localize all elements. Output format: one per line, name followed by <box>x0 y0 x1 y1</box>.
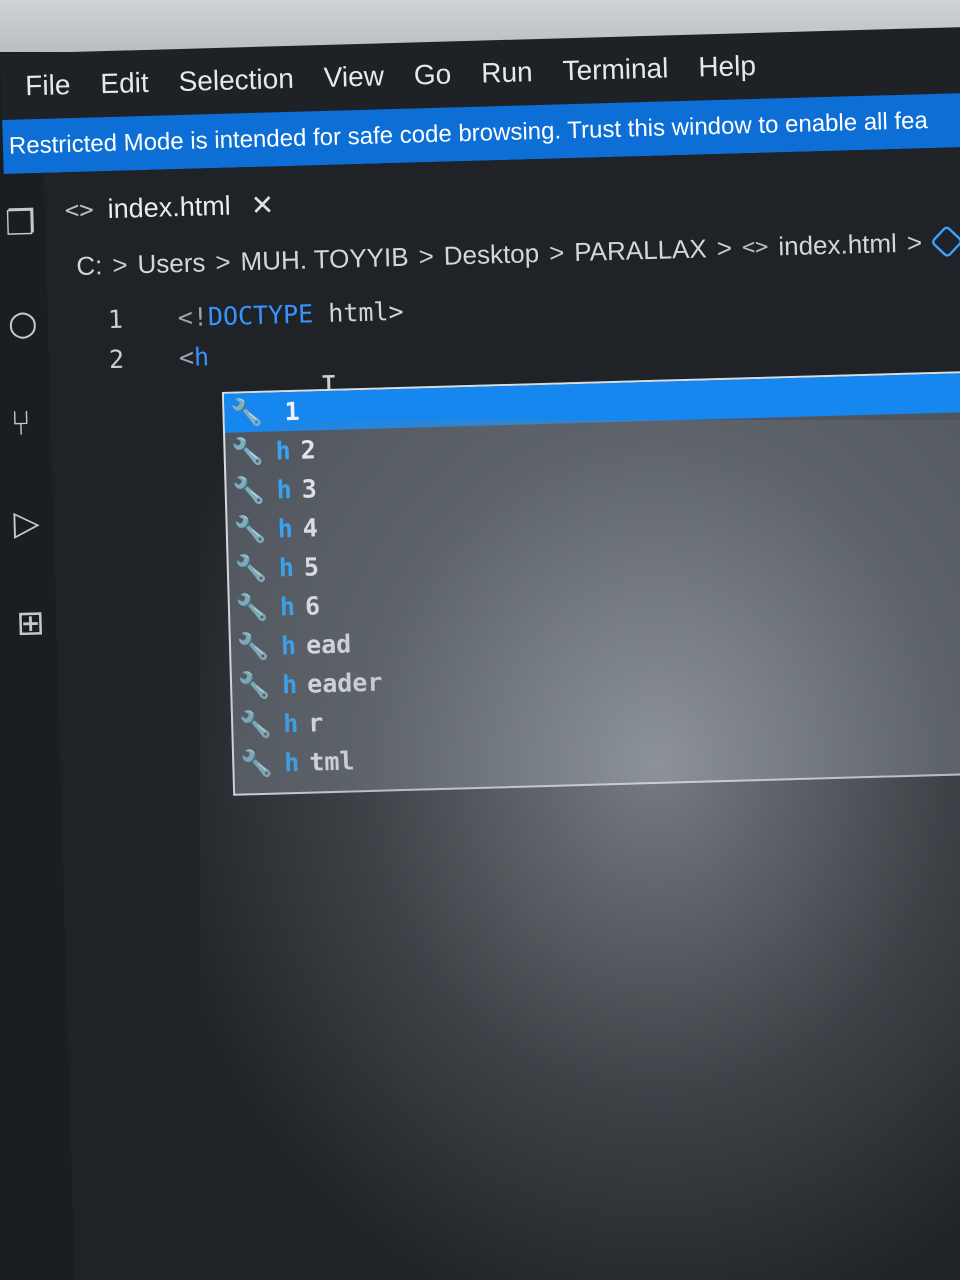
snippet-wrench-icon: 🔧 <box>238 709 273 741</box>
suggestion-match: h <box>279 591 296 622</box>
snippet-wrench-icon: 🔧 <box>239 748 274 780</box>
line-number: 2 <box>108 344 125 374</box>
chevron-right-icon: > <box>548 236 565 268</box>
tab-title: index.html <box>107 190 232 224</box>
code-lines[interactable]: 1 <! DOCTYPE html> 2 < h <box>107 291 405 379</box>
snippet-wrench-icon: 🔧 <box>230 397 264 429</box>
suggestion-match: h <box>276 475 293 505</box>
code-text: html> <box>312 296 404 328</box>
html-file-icon: <> <box>741 234 769 260</box>
editor-area: <> index.html ✕ C: > Users > MUH. TOYYIB… <box>43 146 960 1280</box>
suggestion-rest: 2 <box>300 435 317 465</box>
breadcrumb-file[interactable]: index.html <box>778 228 897 262</box>
suggestion-rest: 3 <box>301 474 318 504</box>
snippet-wrench-icon: 🔧 <box>234 553 268 585</box>
chevron-right-icon: > <box>418 240 435 271</box>
suggestion-match: h <box>277 514 294 544</box>
suggestion-rest: 4 <box>302 513 319 543</box>
suggestion-match: h <box>283 747 300 778</box>
suggestion-rest: tml <box>308 746 355 777</box>
menu-terminal[interactable]: Terminal <box>562 52 669 87</box>
suggestion-match: h <box>275 436 292 466</box>
code-punct: <! <box>177 301 209 332</box>
source-control-icon[interactable]: ⑂ <box>10 403 41 444</box>
snippet-wrench-icon: 🔧 <box>236 631 270 663</box>
line-number: 1 <box>107 304 124 334</box>
chevron-right-icon: > <box>111 249 128 280</box>
close-tab-icon[interactable]: ✕ <box>250 188 274 222</box>
snippet-wrench-icon: 🔧 <box>232 475 266 507</box>
symbol-cube-icon[interactable] <box>930 224 960 259</box>
snippet-wrench-icon: 🔧 <box>235 592 269 624</box>
suggestion-rest: r <box>307 708 324 738</box>
menu-view[interactable]: View <box>323 60 384 94</box>
menu-run[interactable]: Run <box>481 56 533 89</box>
suggestion-rest: 6 <box>304 591 321 621</box>
suggestion-rest: eader <box>306 667 383 699</box>
code-line: 2 < h <box>108 331 405 379</box>
menu-file[interactable]: File <box>25 69 71 102</box>
menu-help[interactable]: Help <box>698 50 756 84</box>
suggestion-rest: ead <box>305 629 352 660</box>
code-punct: < <box>178 342 195 372</box>
suggestion-widget[interactable]: 🔧 1 🔧 h 2 🔧 h 3 🔧 h 4 🔧 h 5 🔧 h 6 🔧 h ead 🔧 h eader 🔧 h r 🔧 h tml <box>221 369 960 796</box>
breadcrumb-parallax[interactable]: PARALLAX <box>574 233 707 268</box>
menu-edit[interactable]: Edit <box>100 67 149 100</box>
chevron-right-icon: > <box>716 232 733 263</box>
breadcrumb-desktop[interactable]: Desktop <box>443 238 539 272</box>
menu-go[interactable]: Go <box>413 58 451 91</box>
suggestion-match: h <box>282 708 299 739</box>
suggestion-rest: 1 <box>284 396 300 427</box>
suggestion-match: h <box>280 630 297 661</box>
breadcrumb-user[interactable]: MUH. TOYYIB <box>240 241 409 277</box>
vscode-window: File Edit Selection View Go Run Terminal… <box>0 13 960 1280</box>
snippet-wrench-icon: 🔧 <box>231 436 265 468</box>
tab-index-html[interactable]: <> index.html ✕ <box>64 184 274 230</box>
extensions-icon[interactable]: ⊞ <box>16 603 47 644</box>
breadcrumb-drive[interactable]: C: <box>76 250 103 282</box>
snippet-wrench-icon: 🔧 <box>237 670 271 702</box>
html-file-icon: <> <box>64 195 95 225</box>
breadcrumb: C: > Users > MUH. TOYYIB > Desktop > PAR… <box>76 221 960 286</box>
breadcrumb-users[interactable]: Users <box>137 247 206 280</box>
menu-selection[interactable]: Selection <box>178 63 294 98</box>
suggestion-rest: 5 <box>303 552 320 582</box>
suggestion-match: h <box>281 669 298 700</box>
code-keyword: DOCTYPE <box>207 298 314 331</box>
search-icon[interactable]: ○ <box>7 303 38 344</box>
suggestion-match: h <box>278 553 295 583</box>
chevron-right-icon: > <box>906 226 923 258</box>
chevron-right-icon: > <box>214 246 231 277</box>
explorer-icon[interactable]: ❐ <box>5 203 37 244</box>
code-keyword: h <box>193 341 210 372</box>
run-debug-icon[interactable]: ▷ <box>13 503 44 544</box>
snippet-wrench-icon: 🔧 <box>233 514 267 546</box>
